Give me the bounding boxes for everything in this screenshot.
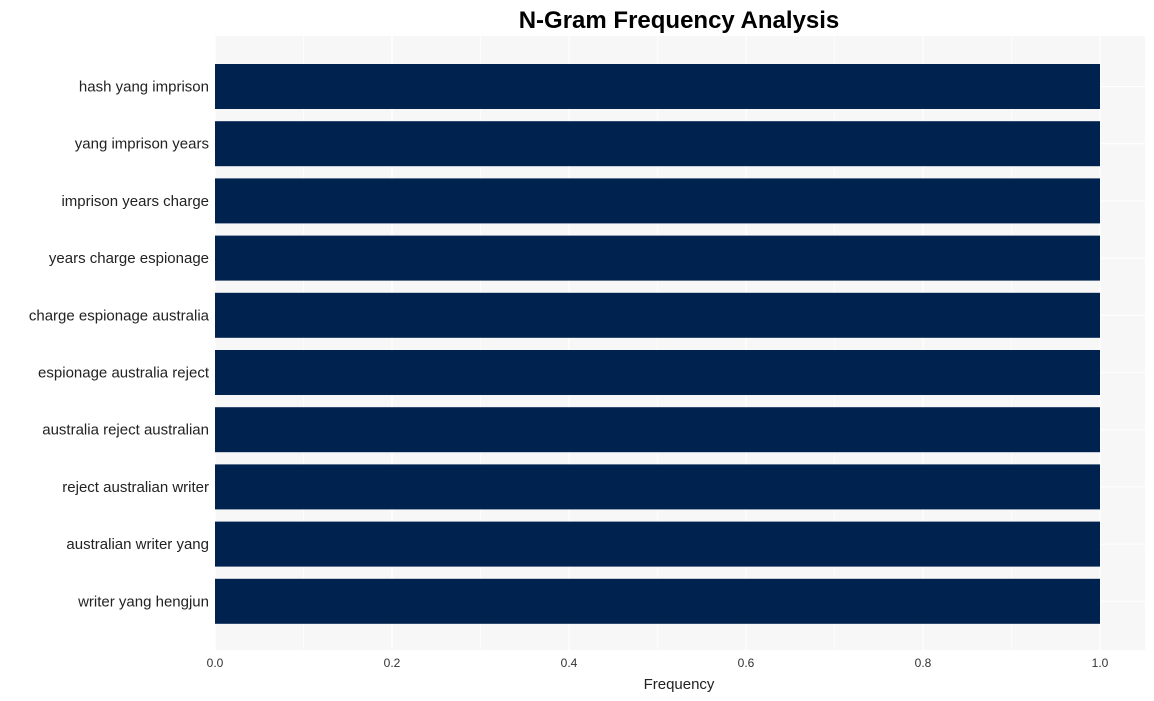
bar <box>215 235 1100 281</box>
bar <box>215 521 1100 567</box>
x-tick-label: 0.4 <box>561 656 578 670</box>
x-axis-ticks: 0.0 0.2 0.4 0.6 0.8 1.0 <box>207 656 1109 670</box>
x-tick-label: 0.6 <box>738 656 755 670</box>
y-tick-label: writer yang hengjun <box>77 593 209 610</box>
x-tick-label: 1.0 <box>1092 656 1109 670</box>
x-axis-label: Frequency <box>644 676 715 693</box>
bar <box>215 350 1100 395</box>
x-tick-label: 0.2 <box>384 656 401 670</box>
x-tick-label: 0.8 <box>915 656 932 670</box>
bar <box>215 578 1100 624</box>
y-tick-label: australian writer yang <box>66 536 209 553</box>
y-axis-labels: hash yang imprison yang imprison years imp… <box>29 79 210 611</box>
bar <box>215 292 1100 338</box>
y-tick-label: charge espionage australia <box>29 307 210 324</box>
y-tick-label: espionage australia reject <box>38 365 210 382</box>
y-tick-label: hash yang imprison <box>79 79 209 96</box>
bar <box>215 464 1100 510</box>
chart: hash yang imprison yang imprison years imp… <box>29 7 1145 693</box>
bar <box>215 121 1100 167</box>
bar <box>215 407 1100 453</box>
y-tick-label: imprison years charge <box>61 193 209 210</box>
x-tick-label: 0.0 <box>207 656 224 670</box>
y-tick-label: reject australian writer <box>62 479 209 496</box>
bar <box>215 64 1100 109</box>
y-tick-label: australia reject australian <box>42 422 209 439</box>
y-tick-label: yang imprison years <box>75 136 209 153</box>
chart-title: N-Gram Frequency Analysis <box>519 7 840 34</box>
bar <box>215 178 1100 224</box>
y-tick-label: years charge espionage <box>49 250 209 267</box>
